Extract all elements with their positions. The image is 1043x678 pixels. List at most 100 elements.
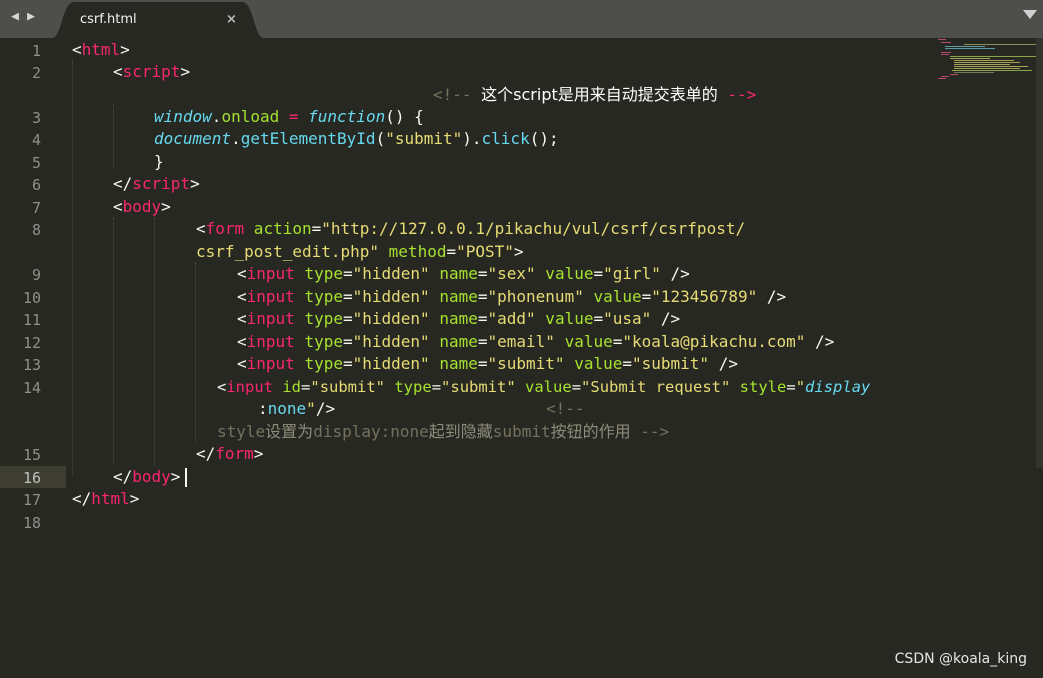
tag-name: input xyxy=(246,287,295,306)
tag-bracket: < xyxy=(196,219,206,238)
tag-bracket: < xyxy=(237,332,247,351)
attr-eq: = xyxy=(477,309,488,328)
tag-bracket: < xyxy=(72,40,82,59)
tab-list-dropdown-icon[interactable] xyxy=(1023,10,1037,19)
attr-eq: = xyxy=(342,309,353,328)
minimap[interactable] xyxy=(936,38,1040,98)
minimap-line xyxy=(938,78,946,79)
tag-name: input xyxy=(246,332,295,351)
attr-eq: = xyxy=(477,354,488,373)
comment-text: display:none xyxy=(313,422,429,441)
attr-eq: = xyxy=(342,354,353,373)
comment-open: <!-- xyxy=(433,85,482,104)
attr-value: "POST" xyxy=(456,242,514,261)
line-number: 4 xyxy=(31,131,41,149)
attr-name: value xyxy=(535,309,594,328)
attr-name: type xyxy=(294,354,343,373)
attr-name: style xyxy=(730,378,787,396)
attr-quote: " xyxy=(795,378,806,396)
code-line: <input type="hidden" name="email" value=… xyxy=(237,331,834,353)
js-object: window xyxy=(154,107,212,126)
attr-name: value xyxy=(535,264,594,283)
comment-open: <!-- xyxy=(546,399,585,418)
tab-close-icon[interactable]: × xyxy=(226,11,237,28)
attr-value: "http://127.0.0.1/pikachu/vul/csrf/csrfp… xyxy=(321,219,746,238)
attr-value: "hidden" xyxy=(352,287,430,306)
line-number: 6 xyxy=(31,176,41,194)
css-colon: : xyxy=(258,399,268,418)
minimap-line xyxy=(952,70,1032,71)
line-number: 3 xyxy=(31,109,41,127)
css-value: none xyxy=(267,399,307,418)
tag-name: input xyxy=(246,354,295,373)
attr-name: value xyxy=(564,354,623,373)
attr-value: "submit" xyxy=(310,378,386,396)
attr-value: "email" xyxy=(487,332,555,351)
comment-text: 设置为 xyxy=(265,422,314,441)
line-number: 14 xyxy=(22,379,41,397)
attr-name: type xyxy=(294,264,343,283)
tag-bracket: < xyxy=(237,264,247,283)
code-line: <input type="hidden" name="sex" value="g… xyxy=(237,263,690,285)
minimap-line xyxy=(954,66,1028,67)
line-number: 10 xyxy=(22,289,41,307)
line-number: 11 xyxy=(22,311,41,329)
code-comment: <!-- xyxy=(546,398,585,420)
text-caret xyxy=(185,468,187,487)
minimap-line xyxy=(941,42,951,43)
attr-value: "submit" xyxy=(632,354,710,373)
indent-guide xyxy=(195,262,196,442)
minimap-line xyxy=(954,62,1020,63)
attr-value: "hidden" xyxy=(352,332,430,351)
attr-value: "123456789" xyxy=(651,287,758,306)
attr-eq: = xyxy=(446,242,457,261)
minimap-line xyxy=(954,60,1014,61)
indent-guide xyxy=(113,218,114,466)
indent-guide xyxy=(154,218,155,466)
tag-bracket: > xyxy=(513,242,524,261)
attr-name: method xyxy=(379,242,447,261)
attr-value: "hidden" xyxy=(352,264,430,283)
tag-name: script xyxy=(122,62,181,81)
js-dot: . xyxy=(231,129,241,148)
code-line: </html> xyxy=(72,488,139,510)
tag-bracket: > xyxy=(161,197,171,216)
js-punct: () { xyxy=(385,107,424,126)
attr-eq: = xyxy=(622,354,632,373)
tab-csrf-html[interactable]: csrf.html × xyxy=(52,2,264,38)
attr-eq: = xyxy=(477,332,488,351)
code-line: <input type="hidden" name="phonenum" val… xyxy=(237,286,786,308)
tag-name: body xyxy=(122,197,162,216)
code-line: <body> xyxy=(113,196,171,218)
attr-value: "sex" xyxy=(487,264,536,283)
vertical-scrollbar[interactable] xyxy=(1036,38,1043,468)
attr-eq: = xyxy=(593,264,604,283)
attr-name: name xyxy=(429,287,478,306)
attr-name: action xyxy=(244,219,312,238)
tag-bracket: < xyxy=(237,309,247,328)
tag-bracket: </ xyxy=(113,174,133,193)
js-dot: . xyxy=(211,107,222,126)
minimap-line xyxy=(941,76,949,77)
code-editor[interactable]: 1 2 3 4 5 6 7 8 9 10 11 12 13 14 15 16 1… xyxy=(0,38,1043,678)
minimap-line xyxy=(954,68,1020,69)
minimap-line xyxy=(954,72,994,73)
tab-scroll-right-icon[interactable]: ▶ xyxy=(25,9,37,25)
minimap-line xyxy=(945,48,995,49)
attr-eq: = xyxy=(612,332,623,351)
line-number: 7 xyxy=(31,199,41,217)
line-number: 18 xyxy=(22,514,41,532)
comment-text: 按钮的作用 xyxy=(550,422,631,441)
tab-scroll-left-icon[interactable]: ◀ xyxy=(9,9,21,25)
line-number: 17 xyxy=(22,491,41,509)
code-line-wrap: csrf_post_edit.php" method="POST"> xyxy=(196,241,524,263)
minimap-line xyxy=(938,39,946,40)
tag-bracket: < xyxy=(237,287,247,306)
css-property: display xyxy=(805,378,871,396)
line-number: 12 xyxy=(22,334,41,352)
tag-bracket: /> xyxy=(660,264,690,283)
tag-bracket: </ xyxy=(113,467,133,486)
attr-value: "add" xyxy=(487,309,536,328)
code-line: <input type="hidden" name="submit" value… xyxy=(237,353,738,375)
minimap-line xyxy=(941,54,949,55)
